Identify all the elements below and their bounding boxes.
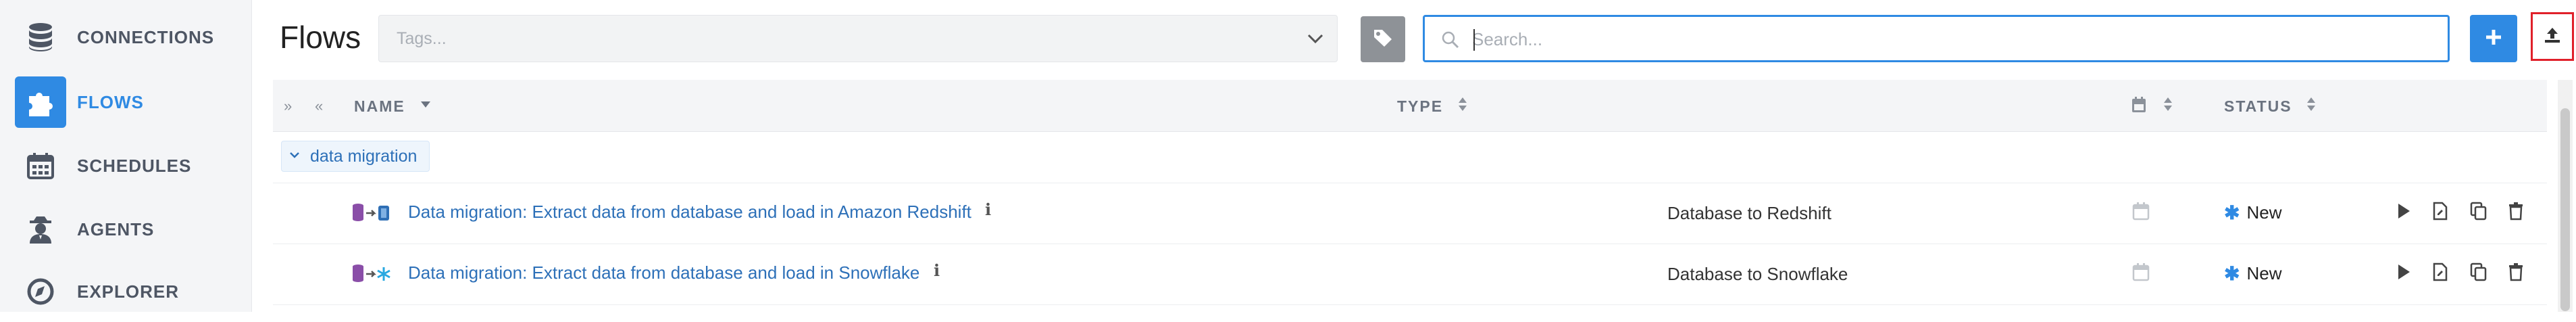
- sidebar-item-label: EXPLORER: [77, 281, 180, 302]
- column-header-status[interactable]: STATUS: [2224, 97, 2292, 116]
- trash-icon[interactable]: [2508, 262, 2524, 285]
- tags-placeholder: Tags...: [397, 29, 447, 48]
- sidebar: CONNECTIONS FLOWS SCHEDULES AGENTS EXPLO…: [0, 0, 252, 312]
- sidebar-item-label: AGENTS: [77, 218, 155, 239]
- new-status-icon: ✱: [2224, 202, 2240, 223]
- info-icon[interactable]: ℹ: [934, 261, 940, 281]
- sidebar-item-label: SCHEDULES: [77, 155, 192, 176]
- chevron-down-icon: [288, 150, 301, 163]
- sort-icon[interactable]: [2306, 96, 2316, 112]
- sidebar-item-label: CONNECTIONS: [77, 26, 215, 47]
- page-title: Flows: [280, 20, 361, 55]
- column-header-name[interactable]: NAME: [354, 97, 405, 116]
- run-icon[interactable]: [2396, 262, 2412, 285]
- calendar-icon[interactable]: [2132, 262, 2150, 285]
- status-text: New: [2246, 263, 2282, 283]
- tags-select[interactable]: Tags...: [378, 15, 1338, 62]
- database-icon: [15, 12, 66, 63]
- agent-icon: [15, 204, 66, 255]
- group-toggle[interactable]: data migration: [281, 141, 430, 172]
- sidebar-item-label: FLOWS: [77, 91, 144, 112]
- scrollbar-thumb[interactable]: [2560, 108, 2570, 311]
- search-input[interactable]: [1471, 25, 2419, 53]
- calendar-icon: [15, 140, 66, 191]
- database-to-snowflake-icon: [351, 262, 392, 289]
- sidebar-item-agents[interactable]: AGENTS: [0, 199, 251, 260]
- database-to-redshift-icon: [351, 202, 392, 228]
- column-header-type[interactable]: TYPE: [1397, 97, 1443, 116]
- sidebar-item-flows[interactable]: FLOWS: [0, 72, 251, 133]
- edit-document-icon[interactable]: [2432, 202, 2448, 224]
- status-badge: ✱ New: [2224, 262, 2281, 285]
- copy-icon[interactable]: [2470, 202, 2487, 224]
- chevron-down-icon[interactable]: [1306, 30, 1325, 50]
- search-box[interactable]: [1423, 15, 2450, 62]
- collapse-all-icon[interactable]: «: [315, 97, 323, 115]
- copy-icon[interactable]: [2470, 262, 2487, 285]
- flow-name-link[interactable]: Data migration: Extract data from databa…: [408, 262, 919, 283]
- calendar-icon[interactable]: [2132, 202, 2150, 224]
- table-row[interactable]: Data migration: Extract data from databa…: [273, 183, 2547, 244]
- flow-type: Database to Redshift: [1667, 203, 1832, 223]
- sort-icon[interactable]: [2163, 96, 2173, 112]
- run-icon[interactable]: [2396, 202, 2412, 224]
- tag-icon: [1372, 27, 1394, 52]
- expand-all-icon[interactable]: »: [284, 97, 292, 115]
- compass-icon: [15, 266, 66, 317]
- status-text: New: [2246, 202, 2282, 223]
- import-button[interactable]: [2531, 12, 2574, 61]
- group-label: data migration: [310, 146, 418, 166]
- tag-filter-button[interactable]: [1361, 16, 1405, 62]
- table-row[interactable]: Data migration: Extract data from databa…: [273, 244, 2547, 305]
- flow-type: Database to Snowflake: [1667, 264, 1848, 284]
- group-row: data migration: [273, 131, 2547, 183]
- trash-icon[interactable]: [2508, 202, 2524, 224]
- plus-icon: [2483, 27, 2504, 51]
- sidebar-item-schedules[interactable]: SCHEDULES: [0, 135, 251, 196]
- sort-icon[interactable]: [1458, 96, 1467, 112]
- search-icon: [1441, 30, 1460, 53]
- add-flow-button[interactable]: [2470, 15, 2517, 62]
- calendar-column-icon[interactable]: [2131, 96, 2147, 118]
- info-icon[interactable]: ℹ: [985, 200, 991, 220]
- new-status-icon: ✱: [2224, 263, 2240, 284]
- sort-desc-icon[interactable]: [420, 100, 431, 108]
- upload-icon: [2542, 25, 2562, 49]
- sidebar-item-explorer[interactable]: EXPLORER: [0, 261, 251, 322]
- flow-name-link[interactable]: Data migration: Extract data from databa…: [408, 202, 971, 223]
- puzzle-icon: [15, 76, 66, 128]
- sidebar-item-connections[interactable]: CONNECTIONS: [0, 7, 251, 68]
- edit-document-icon[interactable]: [2432, 262, 2448, 285]
- text-caret: [1473, 29, 1475, 51]
- table-header: » « NAME TYPE STATUS: [273, 80, 2547, 132]
- status-badge: ✱ New: [2224, 202, 2281, 224]
